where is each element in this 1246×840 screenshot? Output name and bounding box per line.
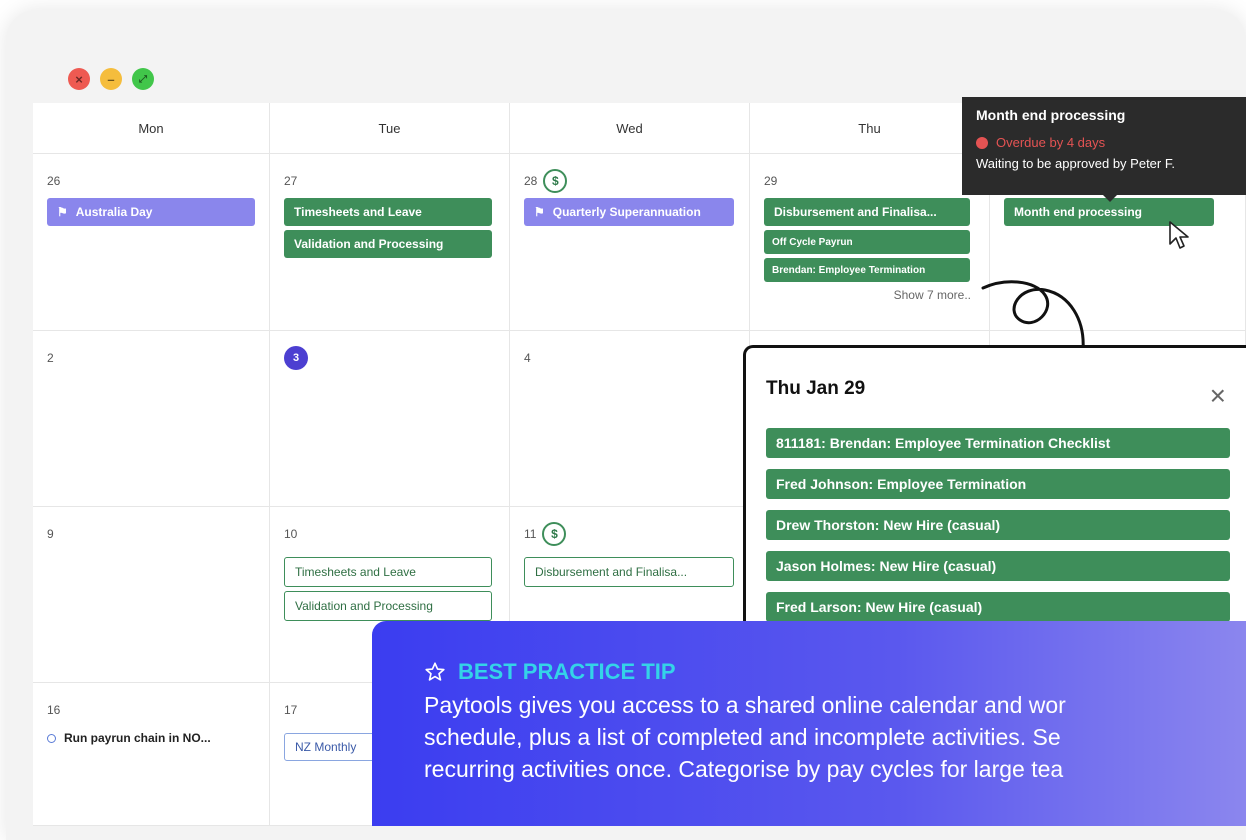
day-number: 11 $ (524, 521, 735, 547)
window-controls: × – ⤢ (68, 68, 154, 90)
calendar-event[interactable]: Run payrun chain in NO... (47, 731, 255, 745)
day-cell[interactable]: 29 Disbursement and Finalisa... Off Cycl… (750, 154, 990, 331)
day-cell[interactable]: 3 (270, 331, 510, 507)
flag-icon: ⚑ (57, 205, 68, 219)
calendar-event[interactable]: Off Cycle Payrun (764, 230, 970, 254)
close-window-button[interactable]: × (68, 68, 90, 90)
close-icon: × (75, 71, 83, 87)
event-tooltip: Month end processing Overdue by 4 days W… (962, 97, 1246, 195)
calendar-event[interactable]: Validation and Processing (284, 591, 492, 621)
tip-body: Paytools gives you access to a shared on… (424, 689, 1246, 785)
calendar-event[interactable]: Disbursement and Finalisa... (524, 557, 734, 587)
dollar-icon: $ (542, 522, 567, 546)
day-number: 10 (284, 527, 298, 541)
calendar-event[interactable]: ⚑ Australia Day (47, 198, 255, 226)
star-icon (425, 662, 445, 681)
show-more-link[interactable]: Show 7 more.. (764, 288, 975, 302)
day-cell[interactable]: 9 (33, 507, 270, 683)
day-cell[interactable]: 27 Timesheets and Leave Validation and P… (270, 154, 510, 331)
day-header-tue: Tue (270, 103, 510, 154)
day-cell[interactable]: 16 Run payrun chain in NO... (33, 683, 270, 826)
tip-heading-text: BEST PRACTICE TIP (458, 659, 676, 684)
calendar-event[interactable]: Timesheets and Leave (284, 557, 492, 587)
day-cell[interactable]: 28 $ ⚑ Quarterly Superannuation (510, 154, 750, 331)
day-number: 3 (284, 345, 495, 371)
popup-event[interactable]: Fred Johnson: Employee Termination (766, 469, 1230, 499)
event-label: Australia Day (75, 205, 153, 219)
popup-title: Thu Jan 29 (766, 378, 866, 399)
overdue-text: Overdue by 4 days (996, 135, 1106, 150)
day-number: 2 (47, 351, 54, 365)
popup-event[interactable]: Drew Thorston: New Hire (casual) (766, 510, 1230, 540)
minimize-window-button[interactable]: – (100, 68, 122, 90)
approval-status: Waiting to be approved by Peter F. (976, 156, 1175, 171)
minimize-icon: – (107, 71, 115, 87)
alert-icon (976, 136, 988, 149)
tip-heading: BEST PRACTICE TIP (424, 659, 1246, 685)
expand-icon: ⤢ (139, 73, 147, 85)
calendar-event[interactable]: ⚑ Quarterly Superannuation (524, 198, 734, 226)
tip-line: schedule, plus a list of completed and i… (424, 724, 1061, 750)
day-number: 29 (764, 174, 778, 188)
flag-icon: ⚑ (534, 205, 545, 219)
day-number: 9 (47, 527, 54, 541)
day-header-wed: Wed (510, 103, 750, 154)
day-number: 28 $ (524, 168, 735, 194)
day-cell[interactable]: 2 (33, 331, 270, 507)
popup-event[interactable]: 811181: Brendan: Employee Termination Ch… (766, 428, 1230, 458)
calendar-event[interactable]: Validation and Processing (284, 230, 492, 258)
tooltip-arrow (1103, 195, 1117, 202)
overdue-status: Overdue by 4 days (976, 135, 1232, 150)
day-detail-popup: Thu Jan 29 × 811181: Brendan: Employee T… (743, 345, 1246, 645)
fullscreen-window-button[interactable]: ⤢ (132, 68, 154, 90)
day-number: 16 (47, 703, 61, 717)
close-popup-button[interactable]: × (1210, 382, 1226, 410)
tip-line: recurring activities once. Categorise by… (424, 756, 1064, 782)
day-header-mon: Mon (33, 103, 270, 154)
popup-event-list: 811181: Brendan: Employee Termination Ch… (766, 428, 1230, 622)
best-practice-tip-banner: BEST PRACTICE TIP Paytools gives you acc… (372, 621, 1246, 826)
event-label: Quarterly Superannuation (552, 205, 701, 219)
tip-line: Paytools gives you access to a shared on… (424, 692, 1066, 718)
circle-icon (47, 733, 56, 743)
day-header-thu: Thu (750, 103, 990, 154)
popup-event[interactable]: Jason Holmes: New Hire (casual) (766, 551, 1230, 581)
day-number-text: 28 (524, 174, 538, 188)
day-number-text: 11 (524, 527, 537, 541)
event-label: Run payrun chain in NO... (64, 731, 211, 745)
day-cell[interactable]: 4 (510, 331, 750, 507)
day-cell[interactable]: 26 ⚑ Australia Day (33, 154, 270, 331)
popup-event[interactable]: Fred Larson: New Hire (casual) (766, 592, 1230, 622)
day-number: 27 (284, 174, 298, 188)
tooltip-title: Month end processing (976, 107, 1126, 123)
day-number: 4 (524, 351, 531, 365)
calendar-event[interactable]: Timesheets and Leave (284, 198, 492, 226)
today-marker: 3 (284, 346, 308, 370)
calendar-event[interactable]: Brendan: Employee Termination (764, 258, 970, 282)
cursor-icon (1169, 221, 1189, 249)
calendar-event[interactable]: Disbursement and Finalisa... (764, 198, 970, 226)
dollar-icon: $ (543, 169, 568, 193)
day-number: 26 (47, 174, 61, 188)
